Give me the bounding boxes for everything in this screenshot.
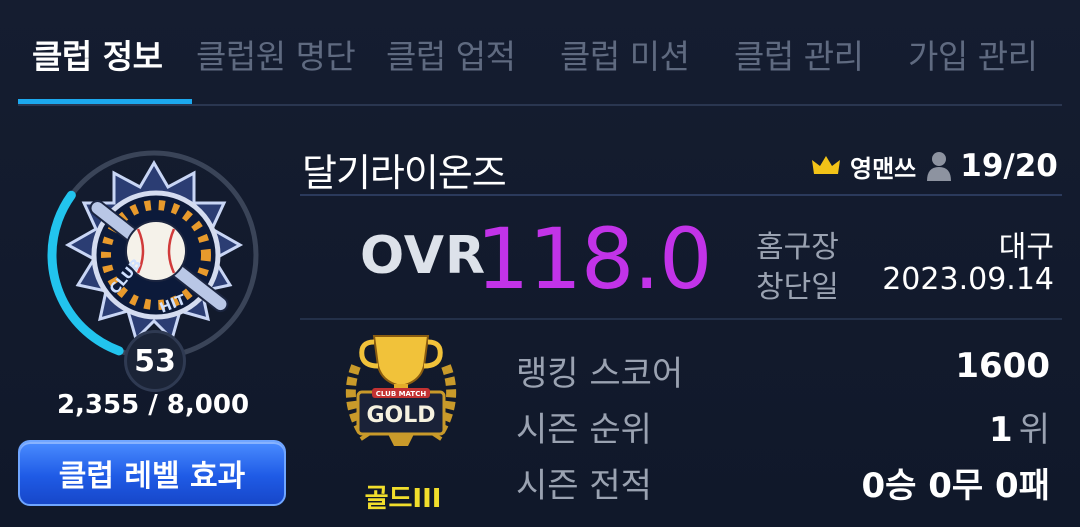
club-exp-text: 2,355 / 8,000	[56, 390, 250, 420]
tab-club-info[interactable]: 클럽 정보	[32, 30, 163, 78]
tab-divider	[18, 104, 1062, 106]
tab-member-list[interactable]: 클럽원 명단	[196, 30, 356, 78]
tab-management[interactable]: 클럽 관리	[734, 30, 864, 78]
crown-icon	[812, 156, 840, 174]
founded-date-label: 창단일	[756, 270, 839, 305]
season-rank-number: 1	[989, 410, 1013, 450]
club-name: 달기라이온즈	[302, 151, 507, 195]
tier-emblem-subtext: CLUB MATCH	[376, 390, 427, 398]
ovr-value: 118.0	[476, 210, 712, 308]
tab-missions[interactable]: 클럽 미션	[560, 30, 690, 78]
tier-name: 골드III	[364, 484, 442, 514]
ranking-score-value: 1600	[955, 346, 1050, 386]
founded-date-value: 2023.09.14	[882, 262, 1054, 297]
gold-tier-emblem: CLUB MATCH GOLD	[345, 335, 457, 446]
season-rank-label: 시즌 순위	[516, 410, 652, 450]
club-level-effect-button[interactable]: 클럽 레벨 효과	[18, 440, 286, 506]
home-stadium-value: 대구	[998, 230, 1054, 265]
tab-join-management[interactable]: 가입 관리	[908, 30, 1038, 78]
member-count: 19/20	[960, 148, 1058, 184]
tab-bar: 클럽 정보 클럽원 명단 클럽 업적 클럽 미션 클럽 관리 가입 관리	[0, 0, 1080, 108]
season-record-value: 0승 0무 0패	[861, 466, 1051, 506]
ranking-score-label: 랭킹 스코어	[516, 354, 684, 394]
season-rank-unit: 위	[1018, 410, 1050, 450]
season-record-label: 시즌 전적	[516, 466, 652, 506]
name-divider	[300, 194, 1062, 196]
club-level-badge: 53	[124, 330, 186, 392]
ovr-label: OVR	[360, 226, 487, 286]
season-rank-value: 1위	[989, 402, 1050, 451]
club-info-screen: 클럽 정보 클럽원 명단 클럽 업적 클럽 미션 클럽 관리 가입 관리 CLU…	[0, 0, 1080, 527]
home-stadium-label: 홈구장	[756, 230, 839, 265]
section-divider	[300, 318, 1062, 320]
club-leader-name: 영맨쓰	[850, 154, 917, 183]
tab-achievements[interactable]: 클럽 업적	[386, 30, 516, 78]
tier-emblem-text: GOLD	[366, 403, 435, 428]
club-leader-info: 영맨쓰 19/20	[812, 148, 1058, 184]
member-icon	[927, 152, 952, 181]
